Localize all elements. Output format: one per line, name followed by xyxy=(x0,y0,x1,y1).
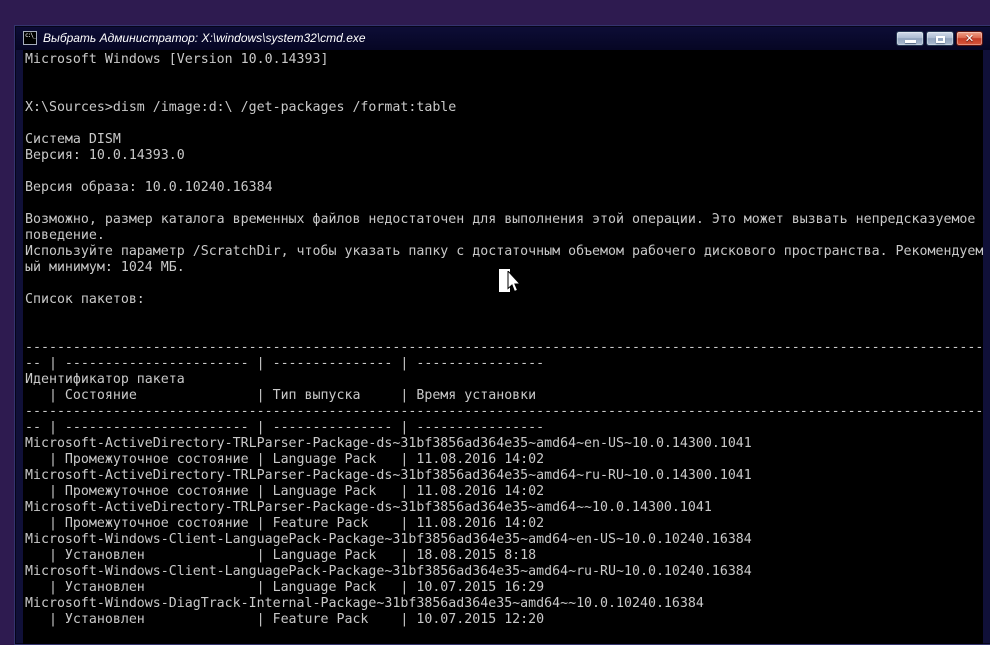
console-area[interactable]: Microsoft Windows [Version 10.0.14393] X… xyxy=(23,50,983,644)
window-controls: ✕ xyxy=(896,31,983,46)
maximize-icon xyxy=(936,36,945,43)
title-bar[interactable]: c:\_ Выбрать Администратор: X:\windows\s… xyxy=(16,27,990,50)
minimize-button[interactable] xyxy=(896,31,924,46)
mouse-cursor-icon xyxy=(507,269,522,298)
desktop: { "window": { "title": "Выбрать Админист… xyxy=(0,0,990,645)
close-button[interactable]: ✕ xyxy=(956,31,983,46)
cmd-icon: c:\_ xyxy=(23,31,37,45)
window-title: Выбрать Администратор: X:\windows\system… xyxy=(43,31,366,45)
cmd-window: c:\_ Выбрать Администратор: X:\windows\s… xyxy=(14,25,990,645)
minimize-icon xyxy=(905,40,916,43)
maximize-button[interactable] xyxy=(926,31,954,46)
cmd-icon-prompt: c:\_ xyxy=(25,32,36,39)
console-output[interactable]: Microsoft Windows [Version 10.0.14393] X… xyxy=(23,50,983,628)
close-icon: ✕ xyxy=(964,32,975,45)
